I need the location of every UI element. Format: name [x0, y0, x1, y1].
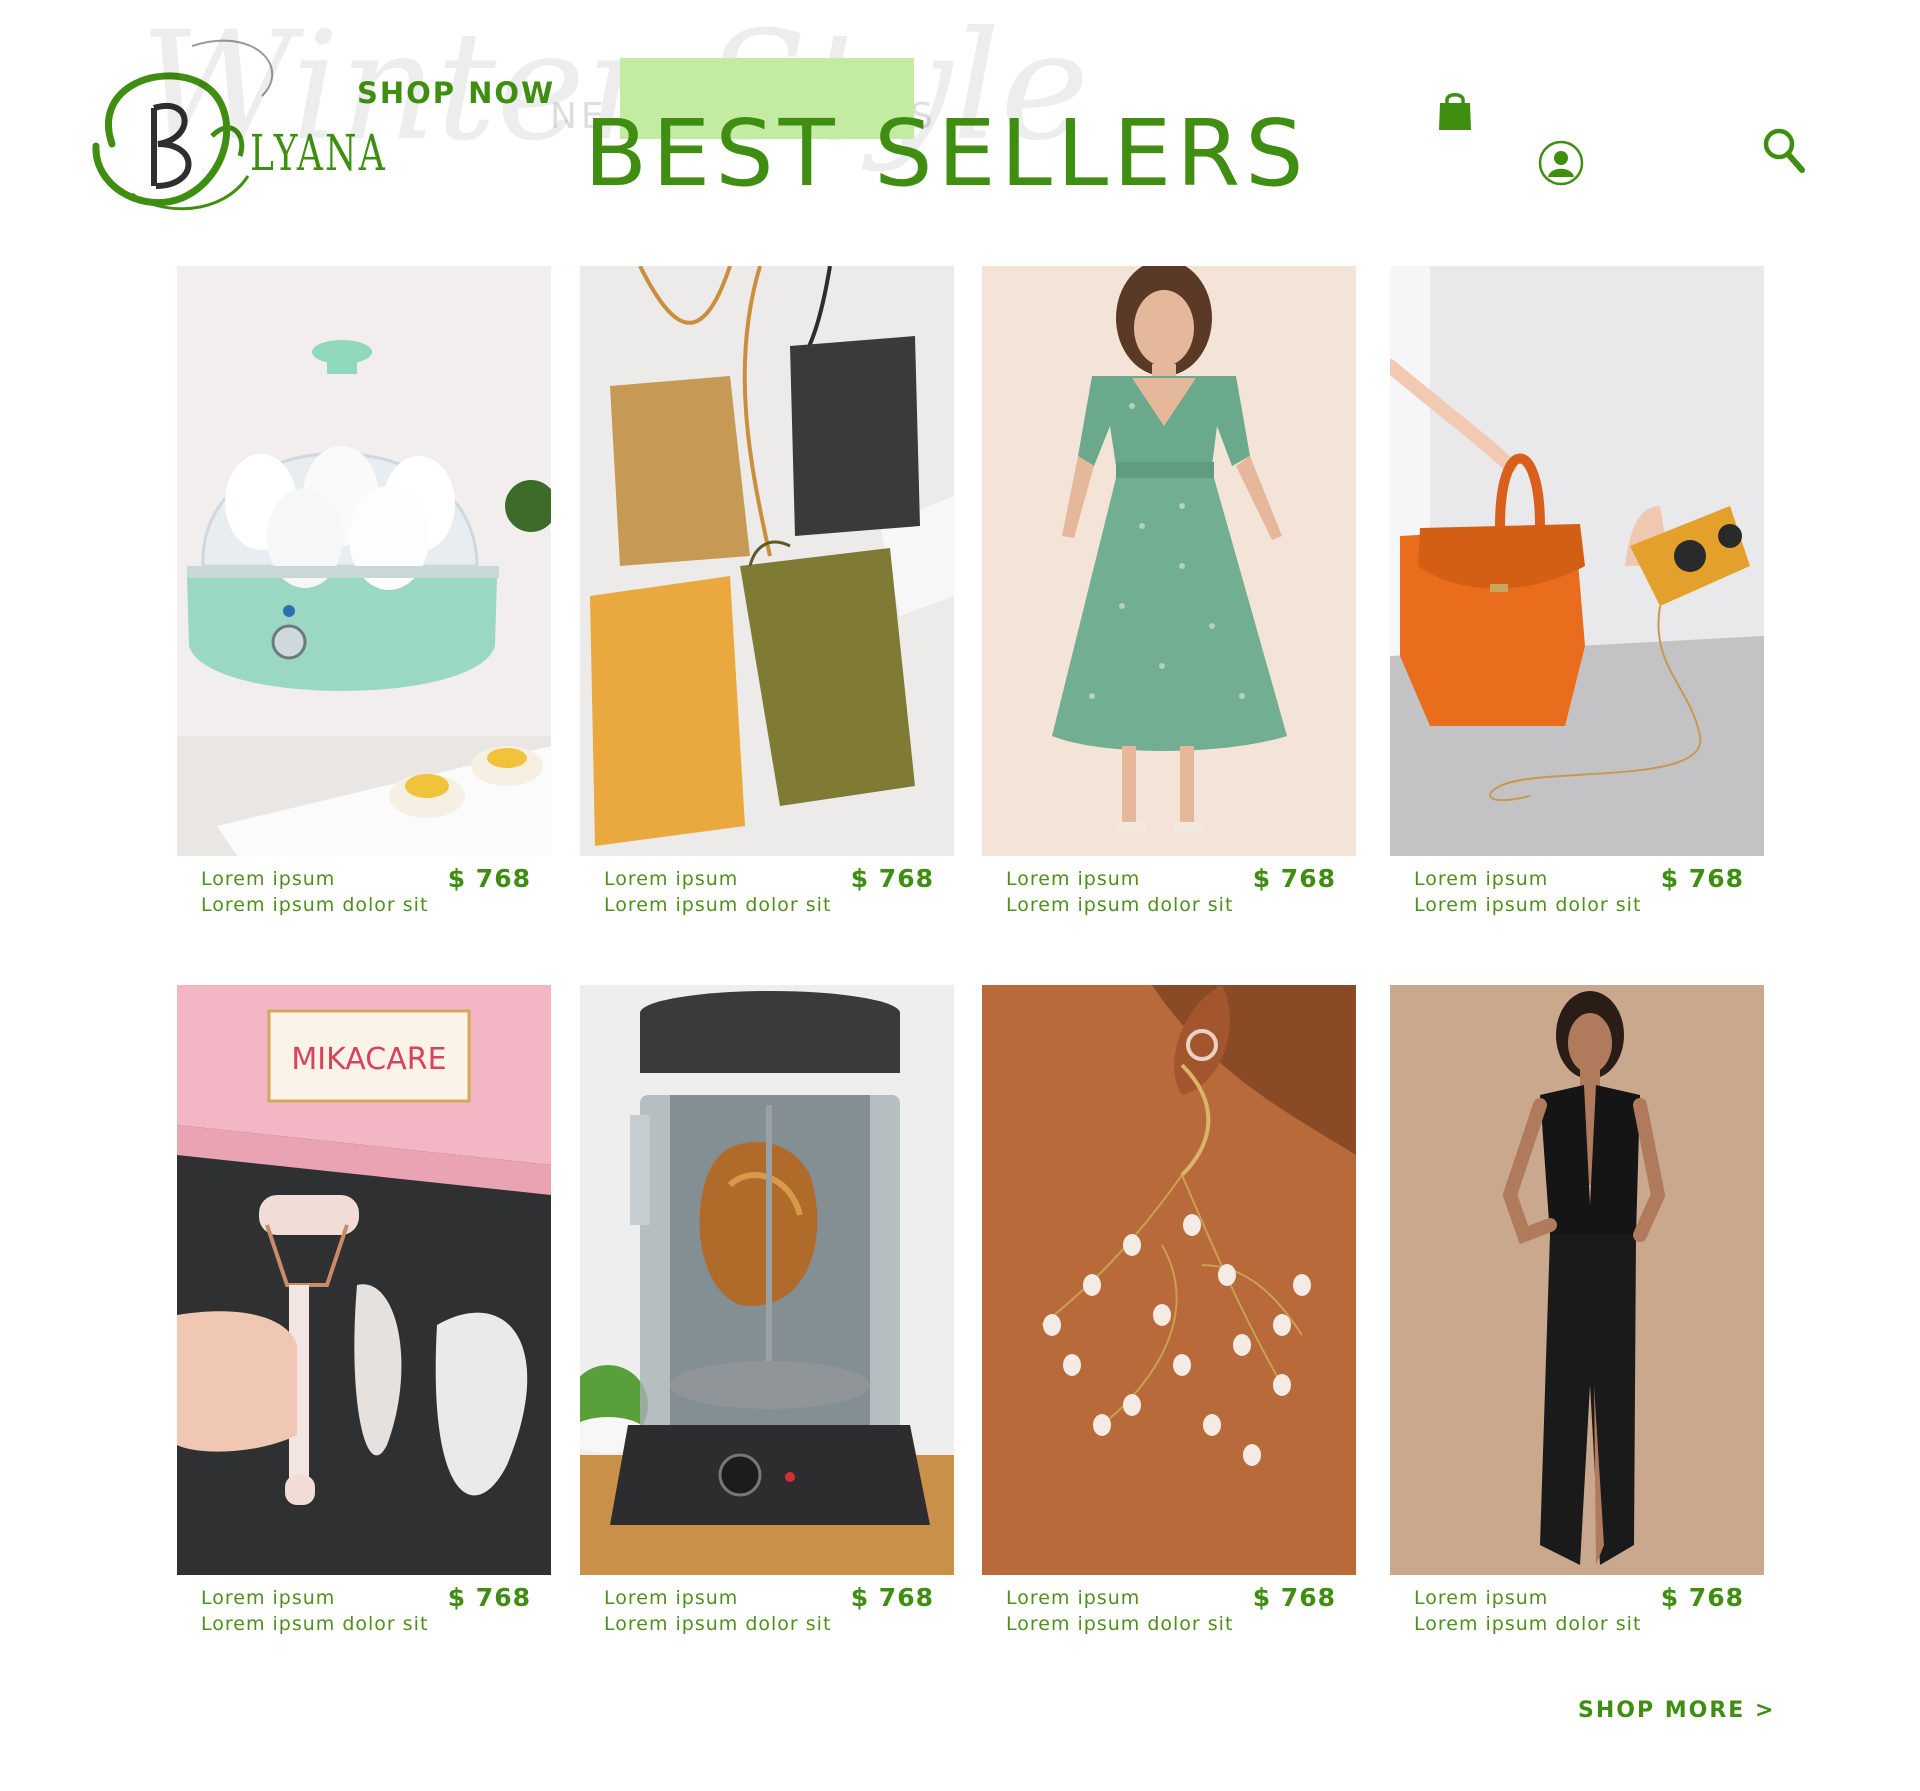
- product-card[interactable]: Lorem ipsum Lorem ipsum dolor sit $ 768: [1390, 266, 1764, 926]
- product-image[interactable]: [982, 985, 1356, 1575]
- product-price: $ 768: [1660, 1583, 1744, 1612]
- product-image[interactable]: [1390, 985, 1764, 1575]
- green-floral-dress-photo: [982, 266, 1356, 856]
- product-name: Lorem ipsum: [604, 1587, 739, 1609]
- product-description: Lorem ipsum dolor sit: [604, 1613, 832, 1635]
- product-description: Lorem ipsum dolor sit: [1006, 894, 1234, 916]
- product-name: Lorem ipsum: [201, 868, 336, 890]
- product-card[interactable]: Lorem ipsum Lorem ipsum dolor sit $ 768: [580, 985, 954, 1645]
- box-label: MIKACARE: [291, 1042, 446, 1077]
- product-description: Lorem ipsum dolor sit: [201, 1613, 429, 1635]
- product-description: Lorem ipsum dolor sit: [1414, 1613, 1642, 1635]
- product-price: $ 768: [1252, 1583, 1336, 1612]
- product-name: Lorem ipsum: [1414, 868, 1549, 890]
- product-image[interactable]: [580, 266, 954, 856]
- product-description: Lorem ipsum dolor sit: [201, 894, 429, 916]
- black-halter-gown-photo: [1390, 985, 1764, 1575]
- product-name: Lorem ipsum: [1006, 1587, 1141, 1609]
- product-image[interactable]: [982, 266, 1356, 856]
- product-card[interactable]: MIKACARE Lorem ipsum Lorem ipsum dolor s…: [177, 985, 551, 1645]
- product-price: $ 768: [1252, 864, 1336, 893]
- orange-handbag-and-clutch-photo: [1390, 266, 1764, 856]
- rotisserie-oven-photo: [580, 985, 954, 1575]
- pearl-cluster-earring-photo: [982, 985, 1356, 1575]
- product-name: Lorem ipsum: [604, 868, 739, 890]
- product-card[interactable]: Lorem ipsum Lorem ipsum dolor sit $ 768: [580, 266, 954, 926]
- product-description: Lorem ipsum dolor sit: [1414, 894, 1642, 916]
- product-name: Lorem ipsum: [1006, 868, 1141, 890]
- product-image[interactable]: [580, 985, 954, 1575]
- rose-quartz-roller-set-photo: MIKACARE: [177, 985, 551, 1575]
- product-name: Lorem ipsum: [201, 1587, 336, 1609]
- product-image[interactable]: [177, 266, 551, 856]
- product-description: Lorem ipsum dolor sit: [1006, 1613, 1234, 1635]
- product-price: $ 768: [850, 1583, 934, 1612]
- product-grid: Lorem ipsum Lorem ipsum dolor sit $ 768 …: [0, 0, 1920, 1791]
- leather-crossbody-bags-photo: [580, 266, 954, 856]
- product-card[interactable]: Lorem ipsum Lorem ipsum dolor sit $ 768: [982, 266, 1356, 926]
- product-image[interactable]: [1390, 266, 1764, 856]
- shop-more-link[interactable]: SHOP MORE >: [1578, 1698, 1775, 1723]
- product-description: Lorem ipsum dolor sit: [604, 894, 832, 916]
- product-card[interactable]: Lorem ipsum Lorem ipsum dolor sit $ 768: [1390, 985, 1764, 1645]
- egg-cooker-photo: [177, 266, 551, 856]
- product-price: $ 768: [1660, 864, 1744, 893]
- product-image[interactable]: MIKACARE: [177, 985, 551, 1575]
- product-card[interactable]: Lorem ipsum Lorem ipsum dolor sit $ 768: [177, 266, 551, 926]
- product-card[interactable]: Lorem ipsum Lorem ipsum dolor sit $ 768: [982, 985, 1356, 1645]
- product-name: Lorem ipsum: [1414, 1587, 1549, 1609]
- product-price: $ 768: [850, 864, 934, 893]
- product-price: $ 768: [447, 1583, 531, 1612]
- product-price: $ 768: [447, 864, 531, 893]
